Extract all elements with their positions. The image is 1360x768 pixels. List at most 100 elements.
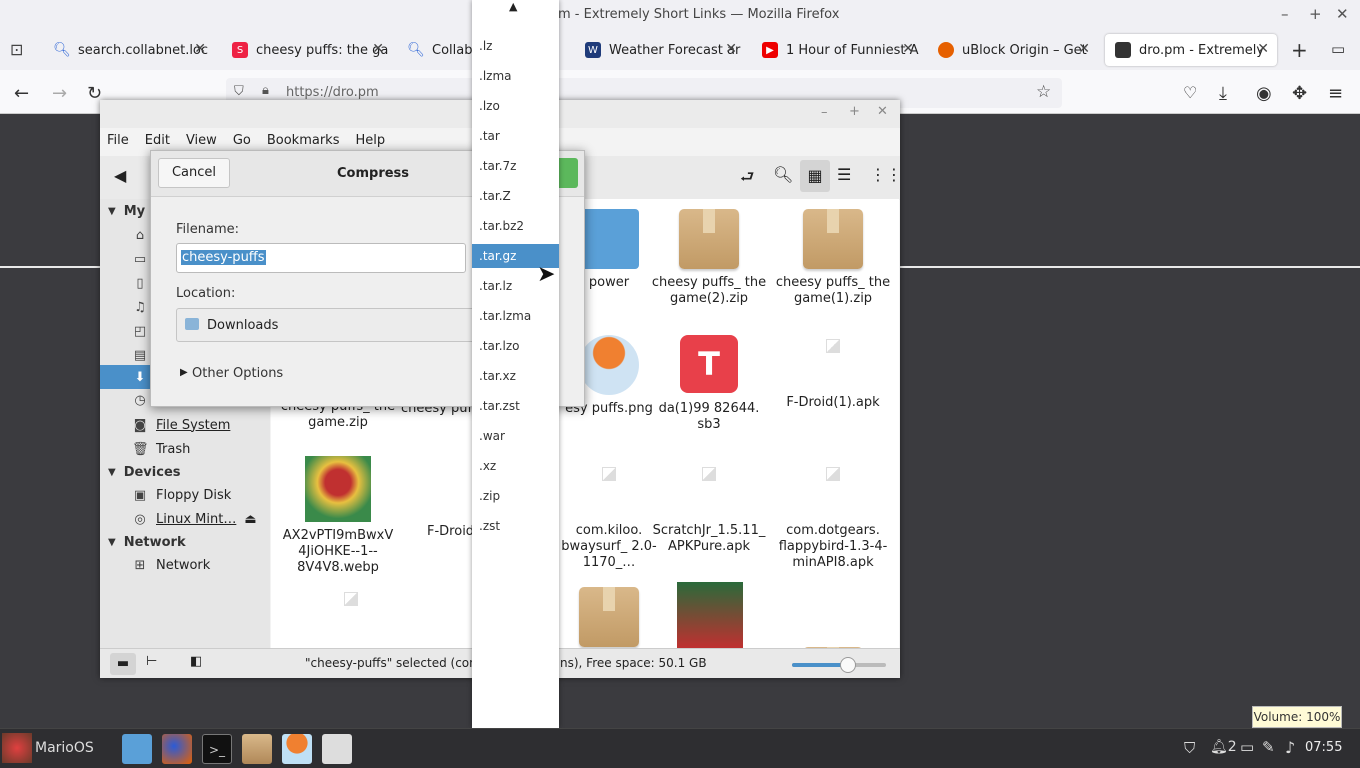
toggle-location-icon[interactable]: ⮐ (740, 166, 754, 193)
sidebar-item-trash[interactable]: 🗑︎ Trash (100, 437, 270, 461)
format-option[interactable]: .tar (472, 124, 559, 148)
format-option[interactable]: .tar.lzo (472, 334, 559, 358)
sidebar-header-network[interactable]: ▼ Network (100, 530, 270, 554)
new-tab-button[interactable]: + (1291, 38, 1308, 62)
list-tabs-icon[interactable]: ▭ (1331, 40, 1345, 58)
sidebar-header-devices[interactable]: ▼ Devices (100, 460, 270, 484)
start-menu-icon[interactable] (2, 733, 32, 763)
format-option[interactable]: .lz (472, 34, 559, 58)
tab-cheesy-puffs[interactable]: Scheesy puffs: the ga ✕ (222, 34, 392, 66)
tab-ublock[interactable]: uBlock Origin – Get ✕ (928, 34, 1098, 66)
format-option[interactable]: .war (472, 424, 559, 448)
cancel-button[interactable]: Cancel (158, 158, 230, 188)
volume-icon[interactable]: ♪ (1285, 738, 1295, 757)
format-option[interactable]: .zst (472, 514, 559, 538)
pen-icon[interactable]: ✎ (1262, 738, 1275, 756)
close-tab-icon[interactable]: ✕ (1078, 41, 1090, 57)
image-viewer-window-icon[interactable] (282, 734, 312, 764)
sidebar-item-network[interactable]: ⊞ Network (100, 553, 270, 577)
close-tab-icon[interactable]: ✕ (1257, 41, 1269, 57)
tab-overview-icon[interactable]: ⊡ (10, 40, 23, 59)
file-item[interactable]: F-Droid(1).apk (771, 335, 895, 411)
format-option[interactable]: .tar.lzma (472, 304, 559, 328)
tab-dro-pm[interactable]: dro.pm - Extremely ✕ (1105, 34, 1277, 66)
image-thumbnail-icon[interactable] (677, 582, 743, 648)
maximize-button[interactable]: + (849, 104, 860, 119)
close-tab-icon[interactable]: ✕ (902, 41, 914, 57)
shield-icon[interactable]: ⛉ (234, 84, 244, 99)
close-tab-icon[interactable]: ✕ (194, 41, 206, 57)
file-item[interactable]: AX2vPTI9mBwxV 4JiOHKE--1-- 8V4V8.webp (276, 456, 400, 576)
tab-collabnet[interactable]: 🔍︎CollabN (398, 34, 472, 66)
icon-view-button[interactable]: ▦ (800, 160, 830, 192)
zoom-slider-handle[interactable] (840, 657, 857, 673)
file-item[interactable]: T da(1)99 82644. sb3 (647, 335, 771, 433)
format-option[interactable]: .zip (472, 484, 559, 508)
format-option[interactable]: .tar.Z (472, 184, 559, 208)
file-item[interactable]: com.dotgears. flappybird-1.3-4- minAPI8.… (771, 463, 895, 571)
eject-icon[interactable]: ⏏ (244, 512, 256, 527)
file-icon[interactable] (344, 592, 358, 606)
window-icon[interactable] (322, 734, 352, 764)
search-icon[interactable]: 🔍︎ (773, 165, 793, 184)
treeview-icon[interactable]: ⊢ (146, 654, 157, 669)
display-icon[interactable]: ▭ (1240, 738, 1254, 756)
file-item[interactable]: F-Droid (401, 524, 481, 540)
close-button[interactable]: ✕ (877, 104, 888, 119)
menu-view[interactable]: View (186, 133, 217, 148)
file-item[interactable]: ScratchJr_1.5.11_ APKPure.apk (647, 463, 771, 555)
expander-arrow-icon[interactable]: ▶ (180, 367, 188, 378)
minimize-button[interactable]: – (1281, 5, 1289, 23)
sidebar-item-linux-mint[interactable]: ◎ Linux Mint… ⏏ (100, 507, 270, 531)
account-icon[interactable]: ◉ (1256, 83, 1272, 104)
clock[interactable]: 07:55 (1305, 740, 1342, 755)
menu-file[interactable]: File (107, 133, 129, 148)
format-option[interactable]: .tar.xz (472, 364, 559, 388)
menu-edit[interactable]: Edit (145, 133, 170, 148)
hide-sidebar-icon[interactable]: ◧ (190, 654, 202, 669)
downloads-icon[interactable]: ⤓ (1219, 83, 1227, 104)
back-button[interactable]: ← (14, 83, 29, 104)
show-places-button[interactable]: ▬ (110, 653, 136, 675)
terminal-launcher-icon[interactable]: >_ (202, 734, 232, 764)
tab-search-collabnet[interactable]: 🔍︎ search.collabnet.loc ✕ (44, 34, 214, 66)
file-item[interactable]: cheesy puffs_ the game(2).zip (647, 209, 771, 307)
other-options-expander[interactable]: Other Options (192, 366, 283, 381)
menu-icon[interactable]: ≡ (1328, 83, 1343, 104)
format-option[interactable]: .lzo (472, 94, 559, 118)
notifications-icon[interactable]: 🔔︎2 (1210, 739, 1237, 755)
zip-archive-icon[interactable] (579, 587, 639, 647)
sidebar-item-floppy[interactable]: ▣ Floppy Disk (100, 483, 270, 507)
tab-youtube[interactable]: ▶ 1 Hour of Funniest A ✕ (752, 34, 922, 66)
forward-button[interactable]: → (52, 83, 67, 104)
close-tab-icon[interactable]: ✕ (372, 41, 384, 57)
bookmark-star-icon[interactable]: ☆ (1036, 82, 1051, 102)
menu-help[interactable]: Help (355, 133, 385, 148)
file-item[interactable]: cheesy puffs_ the game(1).zip (771, 209, 895, 307)
tab-weather[interactable]: W Weather Forecast ar ✕ (575, 34, 745, 66)
create-button[interactable] (556, 158, 578, 188)
pocket-icon[interactable]: ♡ (1183, 83, 1197, 102)
close-tab-icon[interactable]: ✕ (725, 41, 737, 57)
sidebar-item-file-system[interactable]: ◙ File System (100, 413, 270, 437)
filename-input[interactable]: cheesy-puffs (176, 243, 466, 273)
menu-bookmarks[interactable]: Bookmarks (267, 133, 340, 148)
zoom-slider[interactable] (792, 657, 886, 673)
close-button[interactable]: ✕ (1336, 5, 1349, 23)
list-view-icon[interactable]: ☰ (837, 165, 851, 184)
file-manager-launcher-icon[interactable] (122, 734, 152, 764)
format-option[interactable]: .lzma (472, 64, 559, 88)
format-option[interactable]: .tar.zst (472, 394, 559, 418)
format-option[interactable]: .tar.bz2 (472, 214, 559, 238)
scroll-up-arrow-icon[interactable]: ▲ (509, 0, 517, 13)
menu-go[interactable]: Go (233, 133, 251, 148)
archive-manager-window-icon[interactable] (242, 734, 272, 764)
minimize-button[interactable]: – (821, 105, 828, 120)
extensions-icon[interactable]: ✥ (1292, 83, 1307, 104)
shield-icon[interactable]: ⛉ (1184, 739, 1195, 757)
firefox-launcher-icon[interactable] (162, 734, 192, 764)
format-option[interactable]: .xz (472, 454, 559, 478)
lock-icon[interactable]: 🔒︎ (262, 83, 269, 98)
format-option[interactable]: .tar.7z (472, 154, 559, 178)
compact-view-icon[interactable]: ⋮⋮ (870, 165, 902, 184)
